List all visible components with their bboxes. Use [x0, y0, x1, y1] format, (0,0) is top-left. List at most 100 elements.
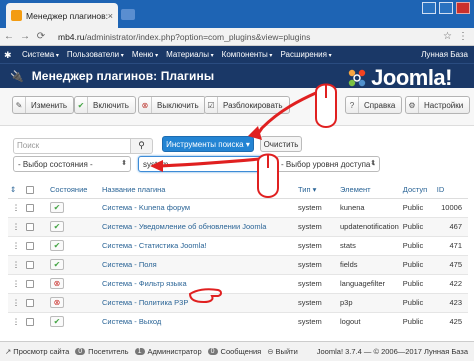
tab-close-icon[interactable]: × [108, 11, 113, 21]
row-checkbox[interactable] [26, 318, 34, 327]
search-button[interactable]: ⚲ [131, 137, 153, 154]
main-content: Поиск ⚲ Инструменты поиска ▾ Очистить - … [0, 126, 474, 341]
browser-tab[interactable]: Менеджер плагинов: П × [6, 3, 118, 28]
url-field[interactable]: mb4.ru/administrator/index.php?option=co… [58, 32, 310, 42]
plugin-access-cell: Public [400, 273, 435, 293]
version-text: Joomla! 3.7.4 — © 2006—2017 Лунная База [316, 347, 468, 356]
view-site-link[interactable]: ↗ Просмотр сайта [5, 347, 69, 356]
back-icon[interactable]: ← [4, 31, 14, 42]
disable-button[interactable]: ⊗ Выключить [138, 96, 206, 114]
enabled-check-icon[interactable]: ✔ [50, 316, 64, 328]
menu-users[interactable]: Пользователи [67, 50, 124, 59]
site-name-link[interactable]: Лунная База [421, 50, 468, 59]
ordering-header[interactable]: ⇕ [8, 181, 24, 199]
disabled-icon[interactable]: ⊗ [50, 297, 64, 308]
plugin-name-link[interactable]: Система - Статистика Joomla! [102, 241, 207, 250]
folder-filter-value: system [143, 159, 169, 169]
bookmark-star-icon[interactable]: ☆ [443, 31, 452, 42]
menu-menus[interactable]: Меню [132, 50, 158, 59]
forward-icon[interactable]: → [20, 31, 30, 42]
plugin-type-cell: system [296, 273, 338, 293]
drag-handle-icon[interactable]: ⋮ [8, 292, 24, 312]
browser-menu-icon[interactable]: ⋮ [458, 31, 468, 42]
admins-indicator: 1 Администратор [134, 347, 202, 356]
row-select-cell [24, 254, 48, 274]
enabled-check-icon[interactable]: ✔ [50, 259, 64, 270]
reload-icon[interactable]: ⟳ [36, 31, 46, 42]
state-filter-select[interactable]: - Выбор состояния - ⬍ [13, 156, 131, 172]
plugin-element-cell: stats [338, 235, 401, 255]
url-host: mb4.ru [58, 31, 85, 42]
plugin-name-link[interactable]: Система - Выход [102, 317, 161, 326]
plug-icon: 🔌 [10, 70, 24, 83]
plugin-id-cell: 467 [434, 216, 468, 236]
page-header: 🔌 Менеджер плагинов: Плагины Joomla! [0, 63, 474, 90]
search-tools-button[interactable]: Инструменты поиска ▾ [162, 136, 254, 152]
unlock-button-label: Разблокировать [223, 100, 283, 110]
table-row: ⋮ ⊗ Система - Фильтр языка system languagefi… [8, 273, 468, 293]
enabled-check-icon[interactable]: ✔ [50, 221, 64, 232]
access-filter-select[interactable]: - Выбор уровня доступа - ⬍ [276, 156, 380, 172]
plugin-name-link[interactable]: Система - Kunena форум [102, 203, 190, 212]
row-checkbox[interactable] [26, 204, 34, 212]
row-checkbox[interactable] [26, 223, 34, 231]
joomla-menu-icon[interactable]: ✱ [4, 50, 16, 60]
plugin-name-link[interactable]: Система - Фильтр языка [102, 279, 187, 288]
row-checkbox[interactable] [26, 261, 34, 269]
options-button[interactable]: ⚙ Настройки [405, 96, 471, 114]
maximize-button[interactable] [439, 2, 453, 14]
access-header[interactable]: Доступ [400, 181, 435, 199]
plugin-access-cell: Public [400, 254, 435, 274]
plugin-access-cell: Public [400, 311, 435, 331]
clear-button[interactable]: Очистить [260, 136, 302, 152]
enabled-check-icon[interactable]: ✔ [50, 240, 64, 251]
drag-handle-icon[interactable]: ⋮ [8, 235, 24, 255]
new-tab-button[interactable] [121, 9, 135, 20]
folder-filter-select[interactable]: system ⬍ [138, 156, 272, 172]
table-row: ⋮ ✔ Система - Статистика Joomla! system stat… [8, 235, 468, 255]
element-header[interactable]: Элемент [338, 181, 401, 199]
unlock-button[interactable]: ☑ Разблокировать [204, 96, 290, 114]
row-checkbox[interactable] [26, 242, 34, 250]
window-close-button[interactable] [456, 2, 470, 14]
type-header[interactable]: Тип ▾ [296, 181, 338, 199]
edit-button[interactable]: ✎ Изменить [12, 96, 75, 114]
plugin-name-link[interactable]: Система - Политика P3P [102, 298, 188, 307]
menu-system[interactable]: Система [22, 50, 59, 59]
minimize-button[interactable] [422, 2, 436, 14]
drag-handle-icon[interactable]: ⋮ [8, 273, 24, 293]
menu-content[interactable]: Материалы [166, 50, 214, 59]
row-checkbox[interactable] [26, 280, 34, 288]
check-icon: ✔ [75, 97, 88, 113]
plugin-id-cell: 422 [434, 273, 468, 293]
drag-handle-icon[interactable]: ⋮ [8, 216, 24, 236]
disabled-icon[interactable]: ⊗ [50, 278, 64, 289]
messages-link[interactable]: 0 Сообщения [207, 347, 261, 356]
plugins-table: ⇕ Состояние Название плагина Тип ▾ Элеме… [8, 181, 468, 331]
enable-button[interactable]: ✔ Включить [74, 96, 136, 114]
menu-extensions[interactable]: Расширения [280, 50, 331, 59]
plugin-id-cell: 425 [434, 311, 468, 331]
menu-components[interactable]: Компоненты [222, 50, 273, 59]
plugin-name-link[interactable]: Система - Уведомление об обновлении Joom… [102, 222, 266, 231]
status-header[interactable]: Состояние [48, 181, 100, 199]
search-input[interactable]: Поиск [13, 137, 131, 154]
admin-menu-bar: ✱ Система Пользователи Меню Материалы Ко… [0, 46, 474, 63]
logout-link[interactable]: ⊖ Выйти [267, 347, 298, 356]
select-all-header[interactable] [24, 181, 48, 199]
row-select-cell [24, 235, 48, 255]
drag-handle-icon[interactable]: ⋮ [8, 254, 24, 274]
enabled-check-icon[interactable]: ✔ [50, 202, 64, 213]
plugin-type-cell: system [296, 235, 338, 255]
help-button[interactable]: ? Справка [345, 96, 403, 114]
row-checkbox[interactable] [26, 299, 34, 307]
id-header[interactable]: ID [434, 181, 468, 199]
table-row: ⋮ ⊗ Система - Политика P3P system p3p Public 4… [8, 292, 468, 312]
drag-handle-icon[interactable]: ⋮ [8, 197, 24, 217]
name-header[interactable]: Название плагина [100, 181, 296, 199]
drag-handle-icon[interactable]: ⋮ [8, 311, 24, 331]
plugin-name-link[interactable]: Система - Поля [102, 260, 157, 269]
admin-status-bar: ↗ Просмотр сайта 0 Посетитель 1 Администрат… [0, 341, 474, 361]
select-all-checkbox[interactable] [26, 185, 34, 194]
chevron-down-icon: ⬍ [121, 160, 127, 167]
